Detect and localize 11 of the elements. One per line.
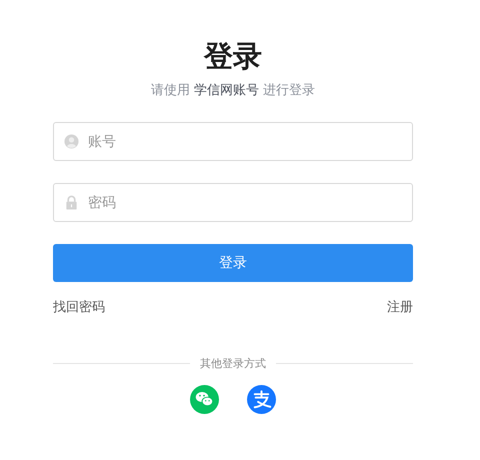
login-title: 登录	[204, 38, 262, 74]
other-login-label: 其他登录方式	[200, 356, 266, 371]
alipay-icon[interactable]	[247, 385, 276, 414]
account-field[interactable]: 账号	[53, 122, 413, 161]
lock-icon	[64, 195, 79, 210]
register-link[interactable]: 注册	[387, 299, 413, 317]
password-field[interactable]: 密码	[53, 183, 413, 222]
user-icon	[64, 134, 79, 149]
subtitle: 请使用 学信网账号 进行登录	[150, 82, 316, 100]
wechat-icon[interactable]	[190, 385, 219, 414]
forgot-password-link[interactable]: 找回密码	[53, 299, 105, 317]
